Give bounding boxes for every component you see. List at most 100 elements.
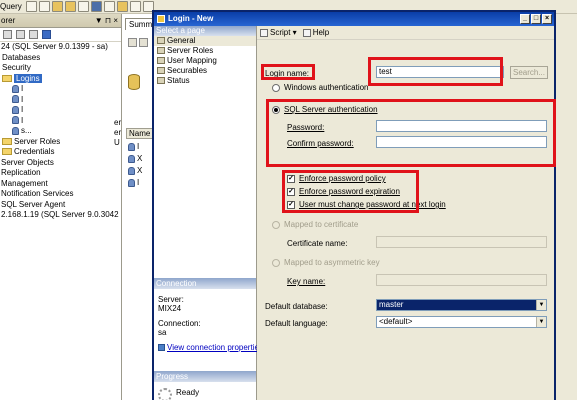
save-all-icon[interactable] [104, 1, 115, 12]
enforce-policy-checkbox[interactable]: ✓ [287, 174, 295, 183]
enforce-policy-option[interactable]: ✓ Enforce password policy [287, 174, 386, 183]
password-input[interactable] [376, 120, 547, 132]
key-name-input[interactable] [376, 274, 547, 286]
page-user-mapping[interactable]: User Mapping [154, 56, 256, 66]
menu-query[interactable]: Query [0, 2, 22, 11]
properties-icon [158, 344, 165, 352]
tree-item-label: 24 (SQL Server 9.0.1399 - sa) [1, 42, 108, 51]
folder-icon[interactable] [52, 1, 63, 12]
explorer-title-text: orer [1, 16, 16, 25]
stop-icon[interactable] [29, 30, 38, 39]
tree-item-label: I [21, 105, 24, 114]
enforce-expiration-checkbox[interactable]: ✓ [287, 187, 295, 196]
default-language-select[interactable]: <default> ▼ [376, 316, 547, 328]
open-icon[interactable] [39, 1, 50, 12]
login-app-icon [157, 15, 165, 23]
tree-item-label: I [21, 115, 24, 125]
tree-item[interactable]: s... [0, 126, 121, 137]
tree-item[interactable]: Server Roles [0, 137, 121, 148]
folder-icon [2, 137, 12, 145]
user-icon [12, 95, 19, 104]
tree-item[interactable]: Security [0, 63, 121, 74]
page-icon [157, 67, 165, 75]
page-securables[interactable]: Securables [154, 66, 256, 76]
windows-auth-option[interactable]: Windows authentication [272, 83, 369, 92]
password-label: Password: [287, 123, 325, 132]
refresh-icon[interactable] [128, 38, 137, 47]
page-icon [157, 77, 165, 85]
script-button[interactable]: Script ▾ [260, 26, 297, 39]
connection-value: sa [158, 328, 167, 337]
mapped-certificate-radio[interactable] [272, 220, 280, 229]
chevron-down-icon[interactable]: ▼ [536, 317, 546, 327]
help-label: Help [312, 28, 330, 37]
page-icon [157, 37, 165, 45]
must-change-option[interactable]: ✓ User must change password at next login [287, 200, 446, 209]
tree-item[interactable]: I [0, 116, 121, 127]
page-status[interactable]: Status [154, 76, 256, 86]
must-change-checkbox[interactable]: ✓ [287, 200, 295, 209]
tree-item[interactable]: 2.168.1.19 (SQL Server 9.0.3042 - sa) [0, 210, 121, 221]
sql-auth-radio[interactable] [272, 105, 280, 114]
default-database-select[interactable]: master ▼ [376, 299, 547, 311]
folder-open-icon[interactable] [65, 1, 76, 12]
page-server-roles[interactable]: Server Roles [154, 46, 256, 56]
new-file-icon[interactable] [26, 1, 37, 12]
tree-item[interactable]: I [0, 84, 121, 95]
page-label: General [167, 36, 196, 45]
tree-item-label: Management [1, 178, 48, 188]
properties-icon[interactable] [130, 1, 141, 12]
maximize-button[interactable]: □ [531, 14, 541, 24]
windows-auth-radio[interactable] [272, 83, 280, 92]
dialog-window-controls: _ □ × [520, 14, 552, 24]
tree-item[interactable]: 24 (SQL Server 9.0.1399 - sa) [0, 42, 121, 53]
help-button[interactable]: Help [302, 26, 330, 39]
sync-icon[interactable] [139, 38, 148, 47]
mapped-asym-key-option[interactable]: Mapped to asymmetric key [272, 258, 380, 267]
login-name-label: Login name: [265, 69, 310, 78]
connect-icon[interactable] [3, 30, 12, 39]
page-general[interactable]: General [154, 36, 256, 46]
tree-item[interactable]: I [0, 105, 121, 116]
dialog-title-bar[interactable]: Login - New _ □ × [154, 12, 554, 26]
search-button[interactable]: Search... [510, 66, 548, 79]
login-name-input[interactable]: test [376, 66, 504, 78]
page-selector-pane: Select a page General Server Roles User … [154, 26, 263, 400]
chevron-down-icon[interactable]: ▼ [536, 300, 546, 310]
disconnect-icon[interactable] [16, 30, 25, 39]
mapped-asym-key-label: Mapped to asymmetric key [284, 258, 380, 267]
tree-item[interactable]: Management [0, 179, 121, 190]
mapped-certificate-label: Mapped to certificate [284, 220, 359, 229]
enforce-policy-label: Enforce password policy [299, 174, 386, 183]
tree-item[interactable]: Databases [0, 53, 121, 64]
filter-icon[interactable] [42, 30, 51, 39]
tree-item[interactable]: Logins [0, 73, 121, 85]
tools-icon[interactable] [117, 1, 128, 12]
explorer-window-controls[interactable]: ▼ ⊓ × [95, 14, 118, 28]
view-connection-properties-link[interactable]: View connection properties [154, 343, 263, 352]
tree-item[interactable]: Server Objects [0, 158, 121, 169]
tree-item[interactable]: Notification Services [0, 189, 121, 200]
confirm-password-input[interactable] [376, 136, 547, 148]
tree-item[interactable]: I [0, 95, 121, 106]
mapped-asym-key-radio[interactable] [272, 258, 280, 267]
tree-item[interactable]: Credentials [0, 147, 121, 158]
tree-item[interactable]: SQL Server Agent [0, 200, 121, 211]
certificate-name-input[interactable] [376, 236, 547, 248]
minimize-button[interactable]: _ [520, 14, 530, 24]
close-button[interactable]: × [542, 14, 552, 24]
login-new-dialog: Login - New _ □ × Select a page General … [152, 10, 556, 400]
tree-item-label: Security [2, 63, 31, 72]
dialog-title: Login - New [168, 14, 214, 23]
script-icon [260, 28, 268, 37]
enforce-expiration-option[interactable]: ✓ Enforce password expiration [287, 187, 400, 196]
folder-icon [2, 148, 12, 156]
tree-item[interactable]: Replication [0, 168, 121, 179]
connection-label: Connection: [158, 319, 201, 328]
query-icon[interactable] [78, 1, 89, 12]
server-label: Server: [158, 295, 184, 304]
mapped-certificate-option[interactable]: Mapped to certificate [272, 220, 358, 229]
user-icon [128, 154, 135, 163]
save-icon[interactable] [91, 1, 102, 12]
sql-auth-option[interactable]: SQL Server authentication [272, 105, 378, 114]
